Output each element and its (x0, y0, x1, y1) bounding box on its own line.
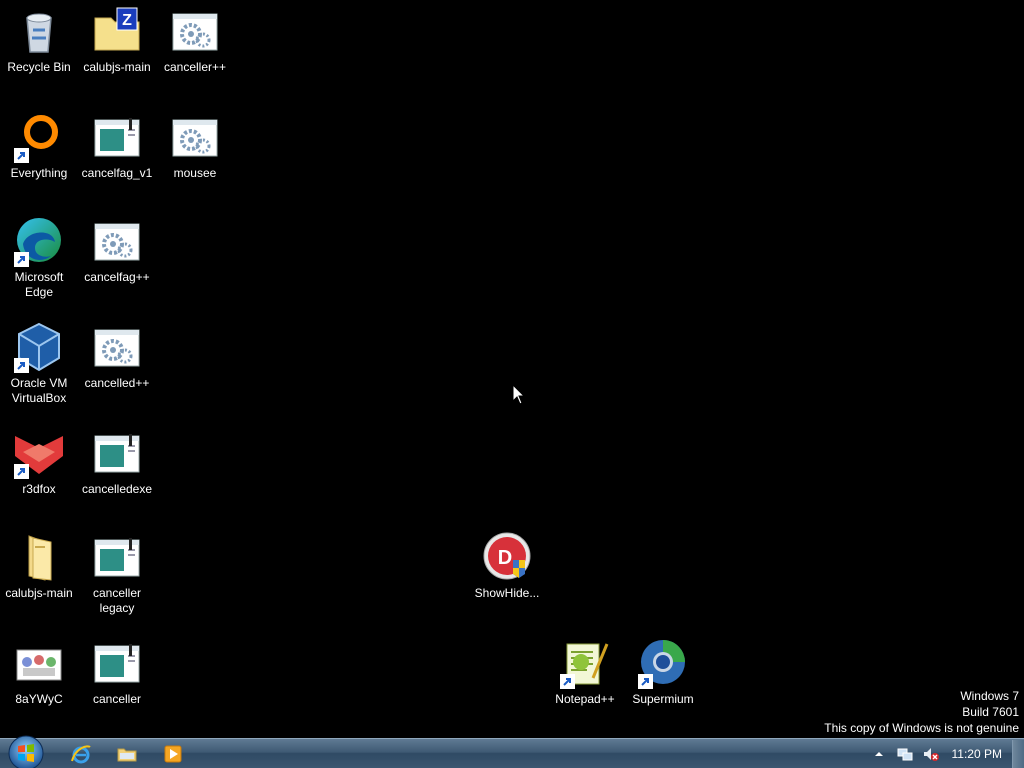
desktop-icon-showhide[interactable]: D ShowHide... (468, 532, 546, 601)
window-app-icon (91, 638, 143, 690)
desktop-icon-label: cancelfag_v1 (81, 166, 153, 180)
shortcut-arrow-icon (14, 464, 29, 479)
window-app-icon (91, 112, 143, 164)
shortcut-arrow-icon (14, 252, 29, 267)
recycle-bin-icon (13, 6, 65, 58)
svg-text:Z: Z (122, 12, 132, 29)
desktop-icon-label: cancelledexe (81, 482, 153, 496)
exe-gears-icon (91, 216, 143, 268)
desktop-icon-label: mousee (173, 166, 217, 180)
media-player-icon[interactable] (150, 740, 196, 768)
desktop-icon-canceller[interactable]: canceller (78, 638, 156, 707)
shortcut-arrow-icon (14, 148, 29, 163)
shortcut-arrow-icon (638, 674, 653, 689)
folder-icon (13, 532, 65, 584)
desktop-icon-notepadpp[interactable]: Notepad++ (546, 638, 624, 707)
volume-muted-icon[interactable] (921, 744, 941, 764)
desktop-icon-everything[interactable]: Everything (0, 112, 78, 181)
desktop-icon-label: calubjs-main (83, 60, 151, 74)
desktop-icon-supermium[interactable]: Supermium (624, 638, 702, 707)
zip-folder-icon: Z (91, 6, 143, 58)
desktop-icon-label: Supermium (632, 692, 694, 706)
r3dfox-icon (13, 428, 65, 480)
windows-genuine-watermark: Windows 7 Build 7601 This copy of Window… (824, 688, 1019, 736)
desktop-icon-label: Notepad++ (555, 692, 615, 706)
everything-icon (13, 112, 65, 164)
shortcut-arrow-icon (560, 674, 575, 689)
desktop-icon-label: calubjs-main (5, 586, 73, 600)
mouse-cursor-icon (512, 383, 526, 406)
desktop-icon-label: canceller (92, 692, 142, 706)
desktop-icon-canceller-pp[interactable]: canceller++ (156, 6, 234, 75)
desktop-icon-label: Recycle Bin (7, 60, 71, 74)
desktop-icon-calubjs-main-folder[interactable]: calubjs-main (0, 532, 78, 601)
show-hidden-icons-icon[interactable] (869, 744, 889, 764)
desktop-icon-cancelfag-pp[interactable]: cancelfag++ (78, 216, 156, 285)
window-app-icon (91, 428, 143, 480)
desktop-icon-r3dfox[interactable]: r3dfox (0, 428, 78, 497)
desktop-icon-label: 8aYWyC (15, 692, 63, 706)
desktop-icon-label: Everything (10, 166, 68, 180)
desktop-icon-label: canceller legacy (92, 586, 142, 615)
image-file-icon (13, 638, 65, 690)
exe-gears-icon (169, 112, 221, 164)
desktop-icon-8aywyc[interactable]: 8aYWyC (0, 638, 78, 707)
desktop-icon-label: ShowHide... (474, 586, 540, 600)
watermark-not-genuine: This copy of Windows is not genuine (824, 721, 1019, 735)
desktop-icon-recycle-bin[interactable]: Recycle Bin (0, 6, 78, 75)
exe-gears-icon (169, 6, 221, 58)
showhide-icon: D (481, 532, 533, 584)
shortcut-arrow-icon (14, 358, 29, 373)
desktop-icon-cancelled-pp[interactable]: cancelled++ (78, 322, 156, 391)
windows-explorer-icon[interactable] (104, 740, 150, 768)
network-icon[interactable] (895, 744, 915, 764)
taskbar: 11:20 PM (0, 735, 1024, 768)
internet-explorer-icon[interactable] (58, 740, 104, 768)
edge-icon (13, 216, 65, 268)
desktop-icon-canceller-legacy[interactable]: canceller legacy (78, 532, 156, 616)
desktop-icon-label: Oracle VM VirtualBox (10, 376, 68, 405)
supermium-icon (637, 638, 689, 690)
desktop-icon-label: cancelfag++ (84, 270, 150, 284)
system-tray: 11:20 PM (866, 739, 1024, 768)
watermark-os-name: Windows 7 (960, 689, 1019, 703)
desktop-icon-label: r3dfox (22, 482, 56, 496)
window-app-icon (91, 532, 143, 584)
start-button[interactable] (6, 735, 46, 768)
desktop-icon-cancelfag-v1[interactable]: cancelfag_v1 (78, 112, 156, 181)
desktop-icon-virtualbox[interactable]: Oracle VM VirtualBox (0, 322, 78, 406)
taskbar-clock[interactable]: 11:20 PM (952, 747, 1002, 761)
watermark-build: Build 7601 (962, 705, 1019, 719)
desktop-icon-label: Microsoft Edge (14, 270, 64, 299)
desktop-icon-label: cancelled++ (84, 376, 150, 390)
desktop-icon-cancelledexe[interactable]: cancelledexe (78, 428, 156, 497)
svg-text:D: D (498, 547, 512, 569)
desktop-icon-mousee[interactable]: mousee (156, 112, 234, 181)
show-desktop-button[interactable] (1012, 740, 1024, 768)
desktop[interactable]: Recycle Bin Everything Microsoft Edge Or… (0, 0, 1024, 738)
desktop-icon-label: canceller++ (163, 60, 227, 74)
desktop-icon-microsoft-edge[interactable]: Microsoft Edge (0, 216, 78, 300)
exe-gears-icon (91, 322, 143, 374)
notepadpp-icon (559, 638, 611, 690)
virtualbox-icon (13, 322, 65, 374)
desktop-icon-calubjs-main-zip[interactable]: Z calubjs-main (78, 6, 156, 75)
